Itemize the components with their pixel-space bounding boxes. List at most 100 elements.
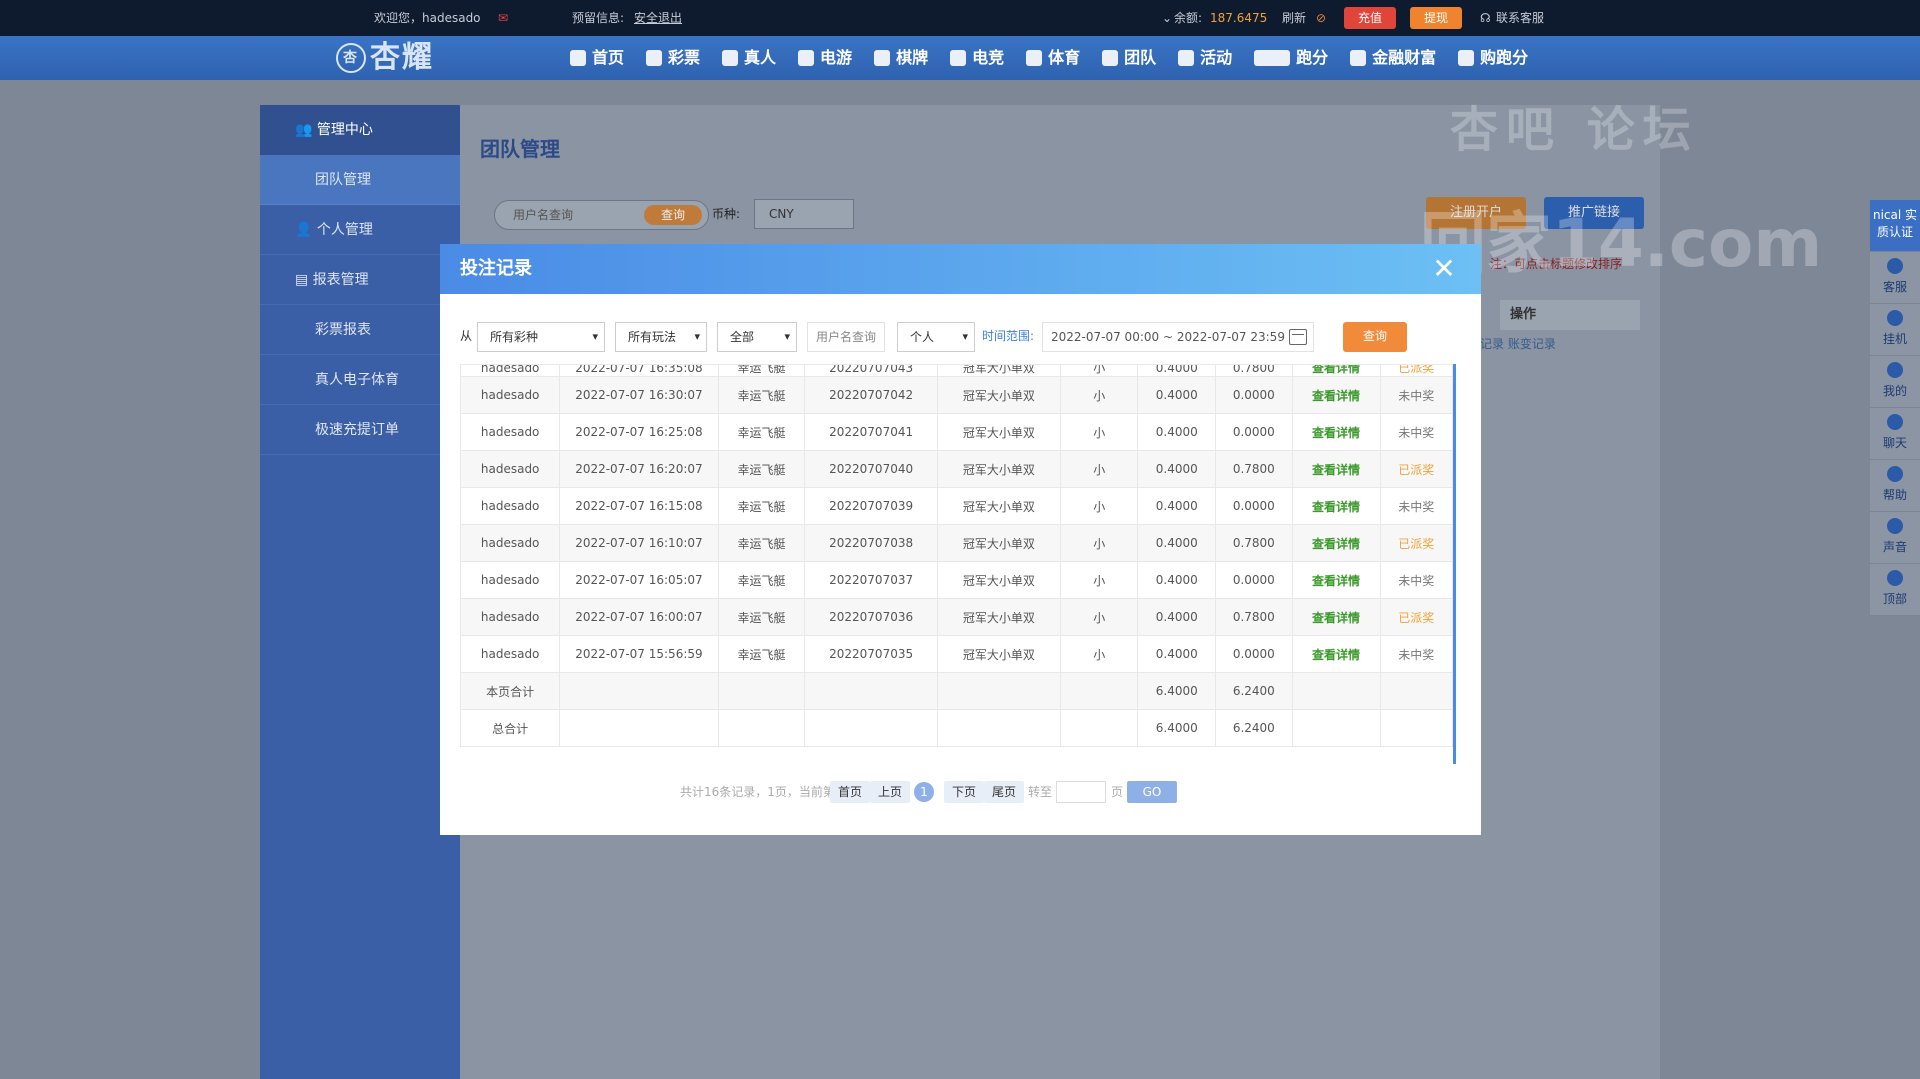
rail-sound[interactable]: 声音: [1870, 512, 1920, 564]
withdraw-button[interactable]: 提现: [1410, 7, 1463, 29]
nav-items: 首页 彩票 真人 电游 棋牌 电竞 体育 团队 活动 跑分 金融财富 购跑分: [570, 36, 1550, 80]
nav-slots[interactable]: 电游: [798, 36, 852, 80]
table-cell: [804, 709, 938, 747]
chevron-down-icon[interactable]: ⌄: [1162, 0, 1172, 36]
rail-chat[interactable]: 聊天: [1870, 408, 1920, 460]
pager-next-button[interactable]: 下页: [944, 781, 985, 803]
table-cell: hadesado: [460, 524, 561, 562]
table-cell: hadesado: [460, 598, 561, 636]
table-cell: [1379, 672, 1453, 710]
support-link[interactable]: 联系客服: [1496, 0, 1544, 36]
view-detail-link[interactable]: 查看详情: [1291, 524, 1381, 562]
bet-table-wrap[interactable]: hadesado 2022-07-07 16:35:08 幸运飞艇 202207…: [460, 364, 1456, 764]
status-select[interactable]: 全部: [717, 322, 797, 352]
view-detail-link[interactable]: 查看详情: [1291, 635, 1381, 673]
nav-sports[interactable]: 体育: [1026, 36, 1080, 80]
balance-label: 余额:: [1174, 11, 1203, 25]
grand-total-row: 总合计 6.4000 6.2400: [460, 709, 1453, 747]
operation-links[interactable]: 记录 账变记录: [1480, 335, 1556, 352]
logo-emblem-icon: 杏: [336, 43, 366, 73]
view-detail-link[interactable]: 查看详情: [1291, 364, 1381, 377]
nav-buy-run-score[interactable]: 购跑分: [1458, 36, 1528, 80]
query-button[interactable]: 查询: [1343, 322, 1407, 352]
sidebar-item-live-slots-sports[interactable]: 真人电子体育: [260, 355, 460, 405]
table-cell: [1291, 672, 1381, 710]
refresh-link[interactable]: 刷新: [1282, 0, 1306, 36]
calendar-icon[interactable]: [1289, 329, 1307, 345]
nav-cards[interactable]: 棋牌: [874, 36, 928, 80]
operation-header: 操作: [1500, 300, 1640, 330]
rail-support[interactable]: 客服: [1870, 252, 1920, 304]
view-detail-link[interactable]: 查看详情: [1291, 598, 1381, 636]
view-detail-link[interactable]: 查看详情: [1291, 376, 1381, 414]
table-row: hadesado 2022-07-07 16:05:07 幸运飞艇 202207070…: [460, 561, 1453, 599]
reserve-info-label: 预留信息:: [572, 11, 625, 25]
eye-off-icon[interactable]: ⊘: [1316, 0, 1326, 36]
nav-run-score[interactable]: 跑分: [1254, 36, 1328, 80]
nav-team[interactable]: 团队: [1102, 36, 1156, 80]
rail-hangup[interactable]: 挂机: [1870, 304, 1920, 356]
rail-help[interactable]: 帮助: [1870, 460, 1920, 512]
time-range-input[interactable]: 2022-07-07 00:00 ~ 2022-07-07 23:59: [1042, 322, 1314, 352]
pager-goto-label: 转至: [1028, 785, 1053, 799]
rail-mine[interactable]: 我的: [1870, 356, 1920, 408]
view-detail-link[interactable]: 查看详情: [1291, 413, 1381, 451]
sidebar-item-team-management[interactable]: 团队管理: [260, 155, 460, 205]
recharge-button[interactable]: 充值: [1344, 7, 1397, 29]
pager-last-button[interactable]: 尾页: [984, 781, 1025, 803]
table-cell: 小: [1059, 413, 1139, 451]
status-badge: 已派奖: [1379, 598, 1453, 636]
table-cell: 2022-07-07 16:05:07: [559, 561, 719, 599]
table-cell: 幸运飞艇: [717, 376, 806, 414]
pager-first-button[interactable]: 首页: [830, 781, 871, 803]
total-win: 6.2400: [1215, 709, 1293, 747]
nav-home[interactable]: 首页: [570, 36, 624, 80]
table-cell: 20220707039: [804, 487, 938, 525]
rail-verified[interactable]: nical 实质认证: [1870, 200, 1920, 252]
nav-esports[interactable]: 电竞: [950, 36, 1004, 80]
rail-top[interactable]: 顶部: [1870, 564, 1920, 616]
sidebar-item-report-management[interactable]: ▤ 报表管理: [260, 255, 460, 305]
sidebar: 👥 管理中心 团队管理 👤 个人管理 ▤ 报表管理 彩票报表 真人电子体育 极速…: [260, 105, 460, 1079]
sidebar-item-fast-order[interactable]: 极速充提订单: [260, 405, 460, 455]
total-label: 总合计: [460, 709, 561, 747]
view-detail-link[interactable]: 查看详情: [1291, 450, 1381, 488]
nav-activity[interactable]: 活动: [1178, 36, 1232, 80]
nav-finance[interactable]: 金融财富: [1350, 36, 1436, 80]
scope-select[interactable]: 个人: [897, 322, 975, 352]
lottery-select[interactable]: 所有彩种: [477, 322, 605, 352]
currency-select[interactable]: CNY: [754, 199, 854, 229]
mail-icon[interactable]: ✉: [498, 0, 508, 36]
play-select[interactable]: 所有玩法: [615, 322, 707, 352]
table-cell: 0.0000: [1215, 413, 1293, 451]
top-bar: 欢迎您，hadesado ✉ 预留信息: 安全退出 ⌄ 余额: 187.6475…: [0, 0, 1920, 36]
pager-goto-input[interactable]: [1056, 781, 1106, 803]
page-title: 团队管理: [480, 137, 560, 161]
table-cell: 0.0000: [1215, 561, 1293, 599]
table-cell: 20220707040: [804, 450, 938, 488]
sidebar-item-lottery-report[interactable]: 彩票报表: [260, 305, 460, 355]
logo[interactable]: 杏 杏耀: [336, 38, 434, 78]
chat-icon: [1887, 414, 1903, 430]
pager-current-page[interactable]: 1: [914, 782, 934, 802]
view-detail-link[interactable]: 查看详情: [1291, 561, 1381, 599]
nav-live[interactable]: 真人: [722, 36, 776, 80]
sidebar-item-personal-management[interactable]: 👤 个人管理: [260, 205, 460, 255]
table-cell: 20220707036: [804, 598, 938, 636]
right-rail: nical 实质认证 客服 挂机 我的 聊天 帮助 声音 顶部: [1870, 200, 1920, 616]
close-icon[interactable]: ✕: [1429, 254, 1459, 284]
table-cell: 0.4000: [1137, 561, 1217, 599]
nav-lottery[interactable]: 彩票: [646, 36, 700, 80]
trophy-icon: [1026, 50, 1043, 66]
table-row: hadesado 2022-07-07 16:10:07 幸运飞艇 202207070…: [460, 524, 1453, 562]
page-total-row: 本页合计 6.4000 6.2400: [460, 672, 1453, 710]
table-cell: 幸运飞艇: [717, 598, 806, 636]
pager-page-unit: 页: [1111, 785, 1124, 799]
view-detail-link[interactable]: 查看详情: [1291, 487, 1381, 525]
pager-prev-button[interactable]: 上页: [870, 781, 911, 803]
username-input[interactable]: 用户名查询: [807, 322, 885, 352]
pager-go-button[interactable]: GO: [1127, 781, 1177, 803]
logout-link[interactable]: 安全退出: [634, 0, 682, 36]
diamond-icon: [646, 50, 663, 66]
search-button[interactable]: 查询: [644, 205, 702, 225]
